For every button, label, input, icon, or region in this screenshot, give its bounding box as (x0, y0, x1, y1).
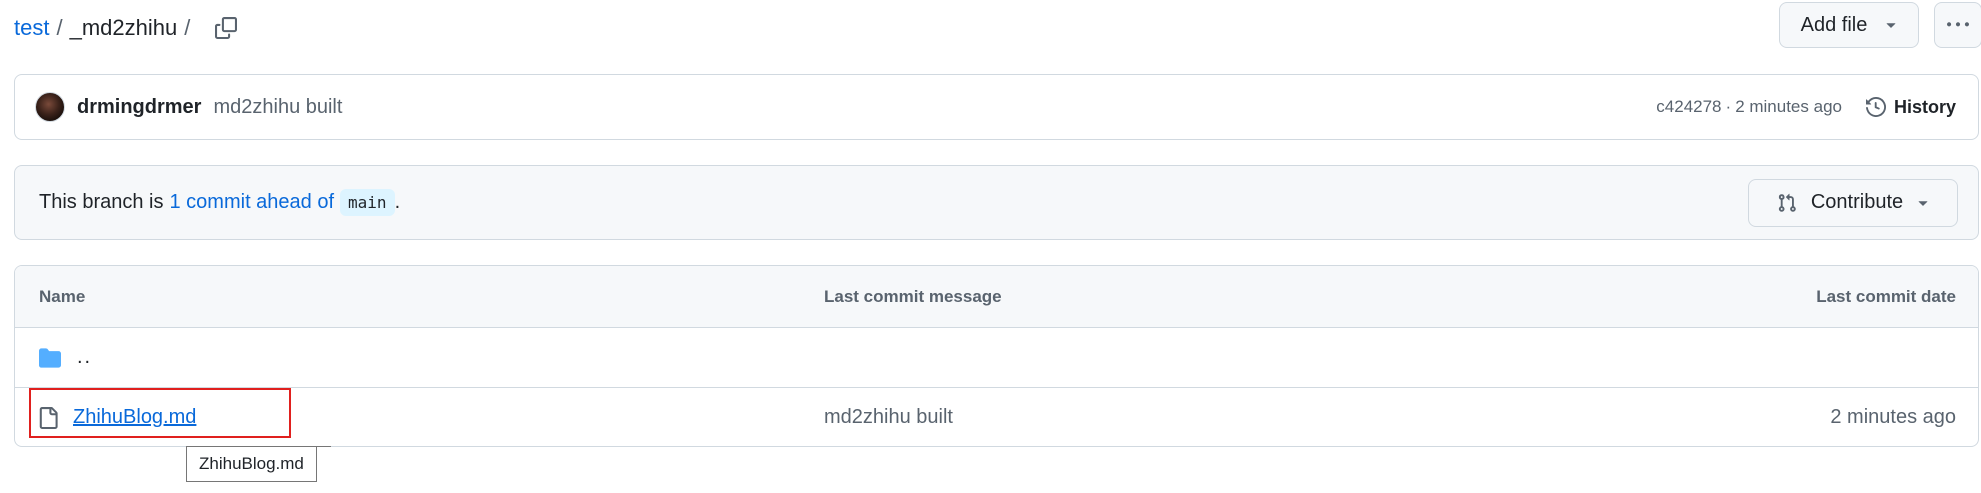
breadcrumb-current-folder: _md2zhihu (69, 15, 178, 40)
contribute-button[interactable]: Contribute (1748, 178, 1958, 227)
commit-time: 2 minutes ago (1735, 97, 1842, 116)
commit-meta-separator: · (1725, 97, 1732, 116)
branch-status-text: This branch is 1 commit ahead of main . (39, 189, 400, 216)
folder-icon (39, 347, 61, 368)
table-row-file[interactable]: ZhihuBlog.md md2zhihu built 2 minutes ag… (15, 388, 1978, 446)
column-header-name: Name (39, 286, 86, 306)
commit-author-link[interactable]: drmingdrmer (77, 96, 201, 119)
history-label: History (1893, 96, 1956, 117)
breadcrumb-separator: / (184, 15, 191, 40)
base-branch-name: main (340, 189, 395, 216)
copy-icon (215, 17, 238, 39)
copy-path-button[interactable] (211, 13, 241, 43)
branch-status-box: This branch is 1 commit ahead of main . … (14, 165, 1979, 240)
link-tooltip: ZhihuBlog.md (186, 446, 331, 482)
commit-message-link[interactable]: md2zhihu built (213, 96, 342, 119)
contribute-label: Contribute (1810, 191, 1904, 213)
latest-commit-box: drmingdrmer md2zhihu built c424278 · 2 m… (14, 74, 1979, 140)
row-name-cell: .. (37, 328, 92, 387)
history-icon (1865, 97, 1886, 117)
history-button[interactable]: History (1865, 96, 1956, 118)
breadcrumb-separator: / (56, 15, 63, 40)
breadcrumb-repo-link[interactable]: test (14, 15, 49, 41)
commits-ahead-link[interactable]: 1 commit ahead of (170, 191, 335, 214)
parent-directory-link[interactable]: .. (77, 346, 92, 369)
row-commit-date: 2 minutes ago (1830, 406, 1956, 428)
git-pull-request-icon (1778, 193, 1796, 212)
avatar[interactable] (35, 92, 65, 122)
file-link-zhihublog[interactable]: ZhihuBlog.md (73, 406, 196, 429)
branch-status-suffix: . (394, 191, 401, 213)
row-commit-message-link[interactable]: md2zhihu built (824, 388, 953, 446)
add-file-label: Add file (1800, 13, 1868, 36)
column-header-date: Last commit date (1816, 286, 1956, 306)
more-options-button[interactable] (1934, 2, 1981, 48)
caret-down-icon (1886, 23, 1896, 28)
file-icon (39, 406, 58, 429)
table-header: Name Last commit message Last commit dat… (15, 266, 1978, 328)
breadcrumb: test / _md2zhihu / (14, 8, 241, 48)
column-header-message: Last commit message (824, 286, 1002, 306)
file-table: Name Last commit message Last commit dat… (14, 265, 1979, 447)
caret-down-icon (1918, 200, 1928, 206)
commit-sha-link[interactable]: c424278 (1656, 97, 1721, 117)
add-file-button[interactable]: Add file (1779, 2, 1919, 48)
branch-status-prefix: This branch is (39, 191, 164, 213)
kebab-horizontal-icon (1947, 22, 1969, 27)
table-row-parent[interactable]: .. (15, 328, 1978, 388)
row-name-cell: ZhihuBlog.md (37, 388, 196, 446)
repo-file-browser: test / _md2zhihu / Add file drmingdrmer … (0, 0, 1981, 493)
commit-meta: c424278 · 2 minutes ago History (1656, 97, 1956, 118)
